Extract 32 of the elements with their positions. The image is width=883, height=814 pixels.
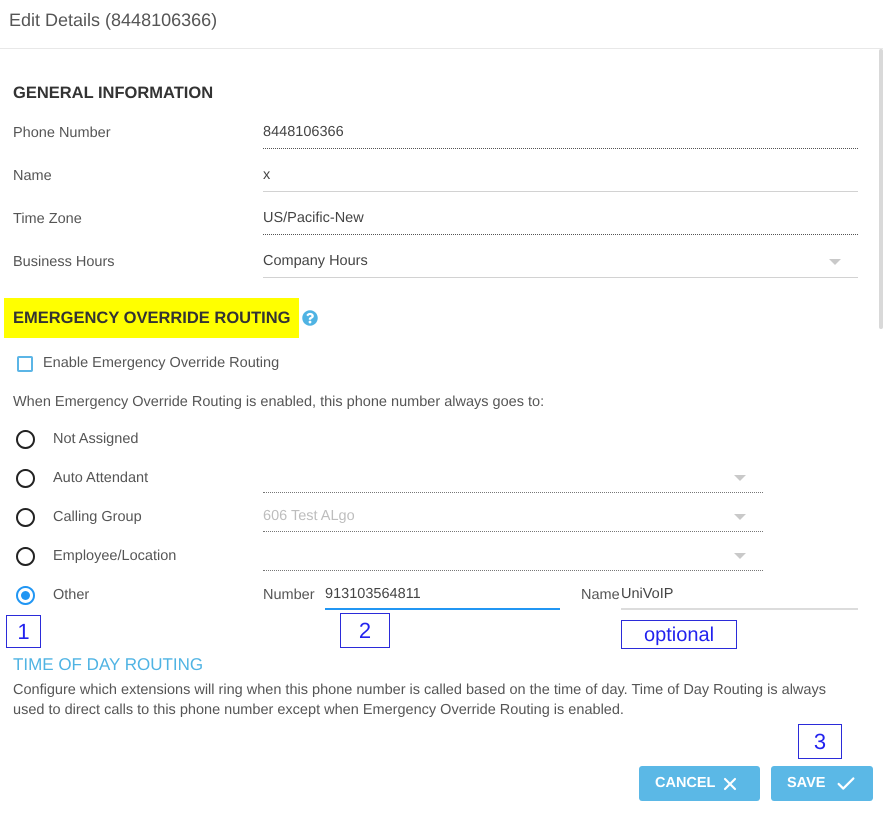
- annotation-label: 3: [798, 724, 842, 759]
- annotation-label: optional: [621, 620, 737, 649]
- caret-icon: [734, 475, 746, 481]
- input-field[interactable]: x: [263, 162, 858, 192]
- checkbox-label[interactable]: Enable Emergency Override Routing: [43, 353, 280, 375]
- caret-icon: [734, 553, 746, 559]
- radio-button[interactable]: [16, 430, 35, 449]
- field-label: Name: [581, 586, 621, 605]
- help-icon[interactable]: [302, 310, 318, 326]
- caret-icon: [829, 259, 841, 265]
- description-text: Configure which extensions will ring when this phone number is called based on the time of day. Time of Day Routing is always used to direct calls to this phone number except when Emergency Override Routing is enabled.: [13, 681, 827, 720]
- section-heading: TIME OF DAY ROUTING: [13, 654, 204, 676]
- field-label: Time Zone: [13, 210, 83, 229]
- radio-button[interactable]: [16, 586, 35, 605]
- annotation-label: 2: [340, 613, 390, 648]
- annotation-label: 1: [6, 615, 41, 648]
- description-text: When Emergency Override Routing is enabled, this phone number always goes to:: [13, 393, 544, 412]
- field-label: Number: [263, 586, 316, 605]
- input-field[interactable]: 913103564811: [325, 582, 560, 610]
- dialog-title: Edit Details (8448106366): [9, 9, 218, 32]
- option-label[interactable]: Other: [53, 584, 90, 606]
- scrollbar-thumb[interactable]: [879, 49, 883, 329]
- caret-icon: [734, 514, 746, 520]
- section-heading: GENERAL INFORMATION: [13, 83, 214, 104]
- dropdown[interactable]: Company Hours: [263, 248, 858, 278]
- field-label: Business Hours: [13, 252, 116, 272]
- input-field[interactable]: UniVoIP: [621, 582, 858, 610]
- option-label[interactable]: Not Assigned: [53, 428, 138, 450]
- section-heading: EMERGENCY OVERRIDE ROUTING: [4, 298, 300, 338]
- checkbox[interactable]: [17, 356, 33, 372]
- field-label: Name: [13, 166, 53, 186]
- field-label: Phone Number: [13, 124, 112, 143]
